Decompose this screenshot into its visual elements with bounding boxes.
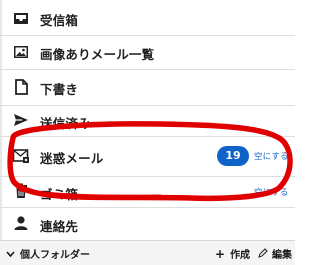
- folder-label-image-mail: 画像ありメール一覧: [40, 47, 155, 62]
- personal-folders-label: 個人フォルダー: [20, 250, 90, 261]
- mail-folder-panel: 受信箱 画像ありメール一覧 下書き 送信済み 迷惑メール 19 空にする ゴミ箱…: [0, 0, 295, 265]
- spam-mail-icon: [12, 147, 30, 165]
- folder-item-contacts[interactable]: 連絡先: [0, 207, 295, 240]
- folder-item-inbox[interactable]: 受信箱: [0, 0, 295, 36]
- folder-item-image-mail[interactable]: 画像ありメール一覧: [0, 35, 295, 69]
- chevron-down-icon: [6, 250, 15, 261]
- folder-item-sent[interactable]: 送信済み: [0, 105, 295, 136]
- folder-label-drafts: 下書き: [40, 82, 79, 97]
- folder-label-contacts: 連絡先: [40, 219, 79, 234]
- image-icon: [12, 43, 30, 61]
- send-icon: [12, 111, 30, 129]
- personal-folders-toggle[interactable]: 個人フォルダー: [6, 246, 90, 261]
- create-label: 作成: [230, 250, 251, 261]
- plus-icon: +: [215, 247, 226, 261]
- edit-folders-button[interactable]: 編集: [258, 246, 292, 261]
- unread-count-badge: 19: [217, 146, 249, 166]
- folder-item-trash[interactable]: ゴミ箱 空にする: [0, 176, 295, 207]
- person-icon: [12, 214, 30, 232]
- edit-icon: [258, 248, 268, 261]
- folder-item-spam[interactable]: 迷惑メール 19 空にする: [0, 136, 295, 176]
- folder-toolbar: 個人フォルダー + 作成 編集: [0, 240, 295, 265]
- inbox-icon: [12, 9, 30, 27]
- empty-spam-button[interactable]: 空にする: [254, 150, 289, 162]
- trash-icon: [12, 182, 30, 200]
- document-icon: [12, 78, 30, 96]
- folder-label-trash: ゴミ箱: [40, 187, 79, 202]
- folder-label-inbox: 受信箱: [40, 13, 79, 28]
- folder-label-spam: 迷惑メール: [40, 151, 104, 166]
- folder-item-drafts[interactable]: 下書き: [0, 69, 295, 105]
- create-folder-button[interactable]: + 作成: [215, 246, 250, 261]
- edit-label: 編集: [272, 250, 292, 261]
- folder-label-sent: 送信済み: [40, 116, 91, 131]
- empty-trash-button[interactable]: 空にする: [254, 186, 289, 198]
